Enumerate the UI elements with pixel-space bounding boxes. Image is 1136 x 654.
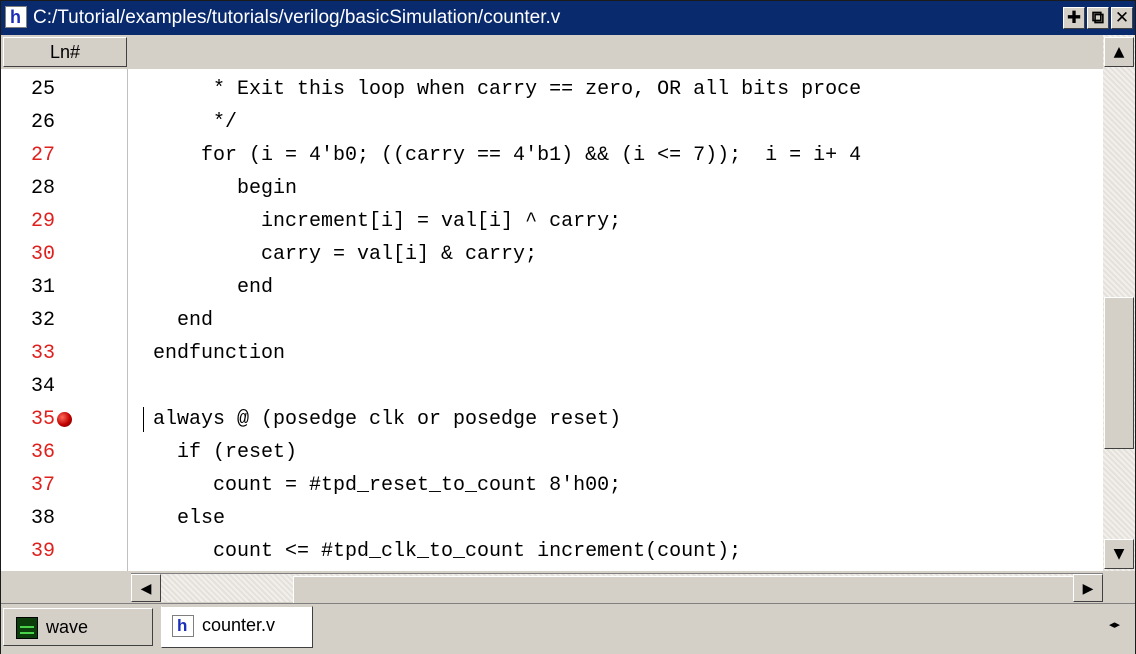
code-line[interactable]: 25 * Exit this loop when carry == zero, … [1, 73, 1103, 106]
undock-button[interactable]: ⧉ [1087, 7, 1109, 29]
code-line[interactable]: 37 count = #tpd_reset_to_count 8'h00; [1, 469, 1103, 502]
tab-label: wave [46, 617, 89, 637]
line-number-column-header[interactable]: Ln# [3, 37, 127, 67]
code-text: begin [141, 177, 298, 200]
title-bar[interactable]: h C:/Tutorial/examples/tutorials/verilog… [1, 1, 1135, 35]
tab-label: counter.v [202, 615, 276, 635]
line-number[interactable]: 32 [31, 304, 55, 337]
scroll-right-button[interactable]: ▶ [1073, 574, 1103, 602]
tab-wave[interactable]: wave [3, 608, 153, 646]
line-number[interactable]: 38 [31, 502, 55, 535]
line-number[interactable]: 39 [31, 535, 55, 568]
code-text: carry = val[i] & carry; [141, 243, 538, 266]
vertical-scrollbar[interactable]: ▲ ▼ [1103, 35, 1135, 571]
close-button[interactable]: ✕ [1111, 7, 1133, 29]
code-text: */ [141, 111, 238, 134]
code-line[interactable]: 32 end [1, 304, 1103, 337]
code-text: if (reset) [141, 441, 298, 464]
code-text: count <= #tpd_clk_to_count increment(cou… [141, 540, 742, 563]
code-line[interactable]: 34 [1, 370, 1103, 403]
window-title: C:/Tutorial/examples/tutorials/verilog/b… [33, 7, 561, 28]
code-text: end [141, 276, 274, 299]
verilog-file-icon: h [5, 6, 27, 28]
tab-counter-v[interactable]: h counter.v [161, 606, 313, 648]
horizontal-scroll-thumb[interactable] [293, 576, 1125, 604]
code-line[interactable]: 38 else [1, 502, 1103, 535]
code-text: * Exit this loop when carry == zero, OR … [141, 78, 862, 101]
code-line[interactable]: 36 if (reset) [1, 436, 1103, 469]
source-window: h C:/Tutorial/examples/tutorials/verilog… [0, 0, 1136, 654]
line-number[interactable]: 34 [31, 370, 55, 403]
code-text: endfunction [141, 342, 286, 365]
breakpoint-icon[interactable] [57, 412, 72, 427]
line-number[interactable]: 36 [31, 436, 55, 469]
code-line[interactable]: 35 always @ (posedge clk or posedge rese… [1, 403, 1103, 436]
line-number[interactable]: 30 [31, 238, 55, 271]
line-number[interactable]: 29 [31, 205, 55, 238]
line-number[interactable]: 26 [31, 106, 55, 139]
code-line[interactable]: 33 endfunction [1, 337, 1103, 370]
horizontal-scroll-track[interactable]: ◀ ▶ [131, 573, 1125, 604]
code-text: else [141, 507, 226, 530]
code-line[interactable]: 31 end [1, 271, 1103, 304]
line-number[interactable]: 35 [31, 403, 55, 436]
code-line[interactable]: 28 begin [1, 172, 1103, 205]
column-header-row: Ln# [1, 35, 1103, 70]
code-text: for (i = 4'b0; ((carry == 4'b1) && (i <=… [141, 144, 862, 167]
code-text: end [141, 309, 214, 332]
scroll-left-button[interactable]: ◀ [131, 574, 161, 602]
code-line[interactable]: 30 carry = val[i] & carry; [1, 238, 1103, 271]
tab-bar: wave h counter.v ◂▸ [1, 603, 1135, 654]
horizontal-scrollbar[interactable]: ◀ ▶ [1, 571, 1135, 604]
verilog-file-icon: h [172, 615, 194, 637]
code-text: count = #tpd_reset_to_count 8'h00; [141, 474, 622, 497]
line-number[interactable]: 27 [31, 139, 55, 172]
tab-scroll-arrows[interactable]: ◂▸ [1109, 618, 1120, 631]
dock-button[interactable]: ✚ [1063, 7, 1085, 29]
code-line[interactable]: 39 count <= #tpd_clk_to_count increment(… [1, 535, 1103, 568]
scroll-up-button[interactable]: ▲ [1104, 37, 1134, 67]
code-line[interactable]: 26 */ [1, 106, 1103, 139]
line-number[interactable]: 25 [31, 73, 55, 106]
line-number[interactable]: 33 [31, 337, 55, 370]
code-text: always @ (posedge clk or posedge reset) [141, 408, 622, 431]
scroll-down-button[interactable]: ▼ [1104, 539, 1134, 569]
code-text: increment[i] = val[i] ^ carry; [141, 210, 622, 233]
vertical-scroll-thumb[interactable] [1104, 297, 1134, 449]
code-line[interactable]: 27 for (i = 4'b0; ((carry == 4'b1) && (i… [1, 139, 1103, 172]
line-number[interactable]: 37 [31, 469, 55, 502]
line-number[interactable]: 31 [31, 271, 55, 304]
scrollbar-corner [1103, 571, 1135, 603]
line-number[interactable]: 28 [31, 172, 55, 205]
source-editor[interactable]: 25 * Exit this loop when carry == zero, … [1, 69, 1103, 571]
wave-icon [16, 617, 38, 639]
code-line[interactable]: 29 increment[i] = val[i] ^ carry; [1, 205, 1103, 238]
